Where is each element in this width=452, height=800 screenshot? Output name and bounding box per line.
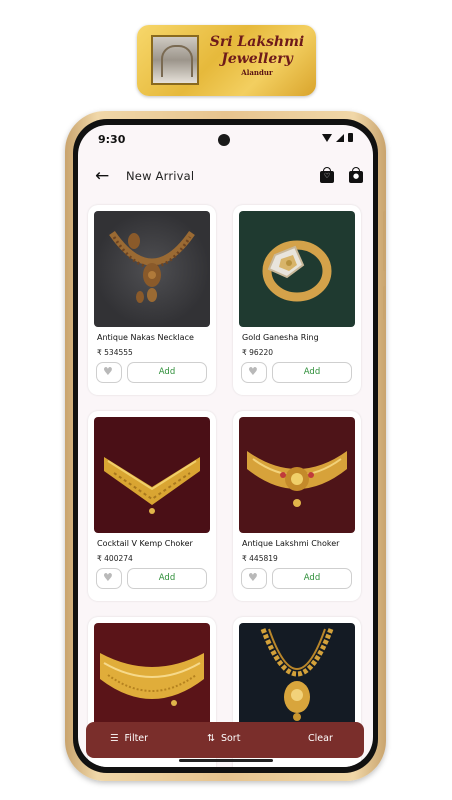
product-price: ₹ 445819 [242,554,278,563]
logo-brand-subtitle: Jewellery [221,51,293,67]
logo-brand-name: Sri Lakshmi [209,34,305,50]
heart-icon: ♥ [248,365,258,378]
wishlist-toggle[interactable]: ♥ [96,568,122,589]
product-card[interactable]: Gold Ganesha Ring ₹ 96220 ♥ Add [233,205,361,395]
lakshmi-choker-image[interactable] [239,417,355,533]
brand-logo: Sri Lakshmi Jewellery Alandur [137,25,316,96]
arrow-left-icon[interactable]: ← [95,168,109,185]
heart-icon: ♥ [103,365,113,378]
heart-icon: ♥ [248,571,258,584]
status-icons [322,133,353,142]
logo-text: Sri Lakshmi Jewellery Alandur [203,34,311,78]
wishlist-button[interactable]: ♡ [320,167,334,183]
product-name: Gold Ganesha Ring [242,333,319,342]
cart-button[interactable]: ● [349,167,363,183]
wifi-icon [322,133,332,142]
add-to-cart-button[interactable]: Add [127,362,207,383]
add-to-cart-button[interactable]: Add [272,362,352,383]
add-to-cart-button[interactable]: Add [272,568,352,589]
sort-arrows-icon: ⇅ [207,733,215,744]
clear-label: Clear [308,733,333,744]
phone-side-button [383,286,386,320]
clear-button[interactable]: Clear [308,733,333,744]
app-bar: ← New Arrival ♡ ● [78,159,373,195]
status-bar: 9:30 [78,125,373,153]
signal-icon [336,133,344,142]
product-name: Antique Lakshmi Choker [242,539,340,548]
wishlist-toggle[interactable]: ♥ [241,568,267,589]
logo-location: Alandur [241,68,273,77]
phone-frame: 9:30 ← New Arrival ♡ ● Antique Nakas Nec… [65,111,386,781]
wishlist-toggle[interactable]: ♥ [241,362,267,383]
sort-label: Sort [220,733,241,744]
product-card[interactable]: Antique Nakas Necklace ₹ 534555 ♥ Add [88,205,216,395]
front-camera [218,134,230,146]
product-name: Antique Nakas Necklace [97,333,194,342]
battery-icon [348,133,353,142]
home-indicator [179,759,273,762]
filter-button[interactable]: ☰ Filter [110,733,148,744]
phone-side-button [383,211,386,271]
page-title: New Arrival [126,169,195,183]
heart-icon: ♥ [103,571,113,584]
filter-label: Filter [124,733,149,744]
app-screen: 9:30 ← New Arrival ♡ ● Antique Nakas Nec… [78,125,373,767]
sort-button[interactable]: ⇅ Sort [207,733,240,744]
product-card[interactable]: Antique Lakshmi Choker ₹ 445819 ♥ Add [233,411,361,601]
sliders-icon: ☰ [110,733,119,744]
product-card[interactable]: Cocktail V Kemp Choker ₹ 400274 ♥ Add [88,411,216,601]
wishlist-toggle[interactable]: ♥ [96,362,122,383]
product-price: ₹ 534555 [97,348,133,357]
store-photo [151,35,199,85]
v-kemp-choker-image[interactable] [94,417,210,533]
add-to-cart-button[interactable]: Add [127,568,207,589]
product-price: ₹ 400274 [97,554,133,563]
product-price: ₹ 96220 [242,348,274,357]
filter-sort-bar: ☰ Filter ⇅ Sort Clear [86,722,364,758]
status-time: 9:30 [98,133,126,146]
antique-necklace-image[interactable] [94,211,210,327]
product-name: Cocktail V Kemp Choker [97,539,193,548]
ganesha-ring-image[interactable] [239,211,355,327]
